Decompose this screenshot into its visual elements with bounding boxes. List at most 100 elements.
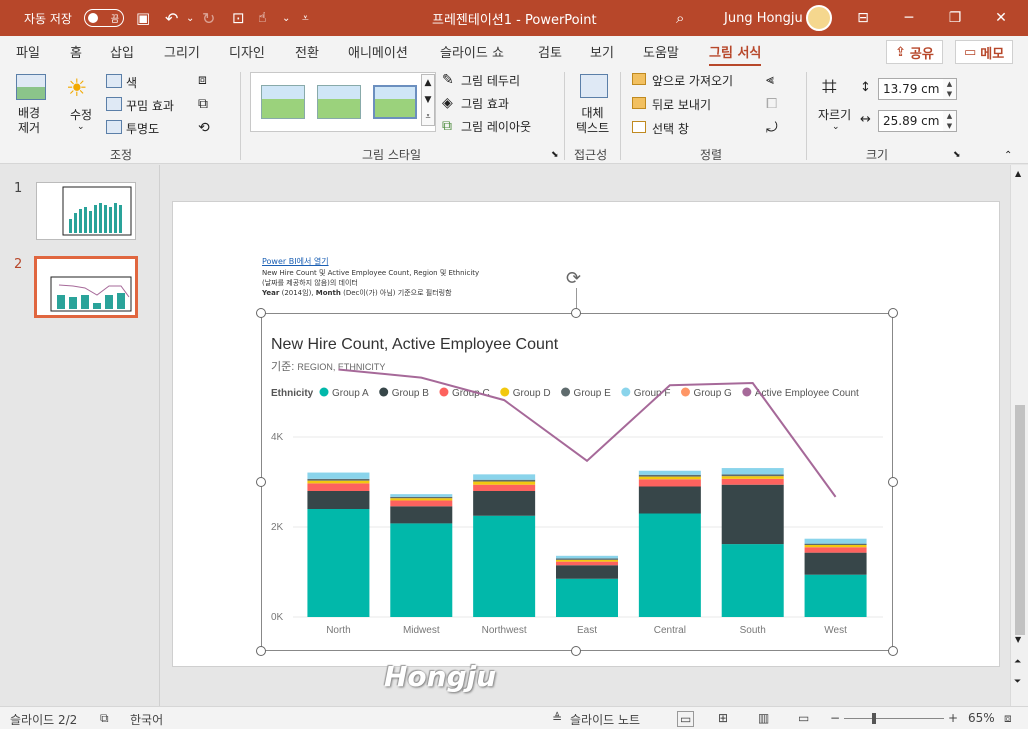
tab-help[interactable]: 도움말	[643, 42, 679, 61]
tab-transitions[interactable]: 전환	[295, 42, 319, 61]
corrections-dropdown-icon[interactable]: ⌄	[77, 122, 85, 132]
language-indicator[interactable]: 한국어	[130, 711, 163, 728]
tab-insert[interactable]: 삽입	[110, 42, 134, 61]
comments-button[interactable]: ▭ 메모	[955, 40, 1014, 64]
transparency-button[interactable]: 투명도	[126, 120, 159, 137]
tab-draw[interactable]: 그리기	[164, 42, 200, 61]
undo-dropdown-icon[interactable]: ⌄	[186, 0, 194, 36]
remove-background-icon[interactable]	[16, 74, 46, 100]
close-icon[interactable]: ✕	[978, 0, 1024, 36]
remove-background-button[interactable]: 배경 제거	[18, 106, 40, 136]
change-picture-icon[interactable]: ⧉	[198, 96, 208, 112]
corrections-icon[interactable]: ☀	[66, 74, 88, 102]
autosave-toggle[interactable]: 끔	[84, 9, 124, 27]
zoom-out-icon[interactable]: −	[830, 711, 840, 725]
alt-text-button[interactable]: 대체 텍스트	[576, 106, 609, 136]
height-spinner[interactable]: ▲ ▼	[943, 78, 957, 100]
dialog-launcher-icon[interactable]: ⬊	[551, 150, 559, 160]
tab-file[interactable]: 파일	[16, 42, 40, 61]
style-thumbnail[interactable]	[261, 85, 305, 119]
resize-handle[interactable]	[256, 477, 266, 487]
alt-text-icon[interactable]	[580, 74, 608, 98]
group-icon[interactable]: ⧠	[766, 96, 777, 112]
user-name[interactable]: Jung Hongju	[724, 0, 803, 36]
tab-animations[interactable]: 애니메이션	[348, 42, 408, 61]
resize-handle[interactable]	[256, 646, 266, 656]
resize-handle[interactable]	[571, 646, 581, 656]
touch-mode-icon[interactable]: ☝	[258, 0, 267, 36]
crop-button[interactable]: 자르기	[818, 106, 851, 123]
color-button[interactable]: 색	[126, 74, 137, 91]
reading-view-icon[interactable]: ▥	[758, 711, 769, 725]
align-icon[interactable]: ⫷	[766, 72, 774, 88]
scroll-down-icon[interactable]: ▼	[1015, 635, 1021, 644]
notes-icon[interactable]: ≜	[552, 711, 562, 725]
resize-handle[interactable]	[888, 308, 898, 318]
tab-review[interactable]: 검토	[538, 42, 562, 61]
artistic-effects-button[interactable]: 꾸밈 효과	[126, 97, 174, 114]
crop-dropdown-icon[interactable]: ⌄	[832, 122, 840, 132]
tab-picture-format[interactable]: 그림 서식	[709, 42, 762, 67]
fit-to-window-icon[interactable]: ⧈	[1004, 711, 1012, 726]
tab-home[interactable]: 홈	[70, 42, 82, 61]
scroll-up-icon[interactable]: ▲	[1015, 169, 1021, 178]
next-slide-icon[interactable]: ⏷	[1014, 677, 1021, 687]
tab-view[interactable]: 보기	[590, 42, 614, 61]
document-title: 프레젠테이션1 - PowerPoint	[432, 12, 597, 28]
customize-qat-icon[interactable]: ⩡	[302, 0, 309, 36]
ribbon-display-icon[interactable]: ⊟	[840, 0, 886, 36]
save-icon[interactable]: ▣	[136, 0, 150, 36]
tab-slideshow[interactable]: 슬라이드 쇼	[440, 42, 504, 61]
undo-icon[interactable]: ↶	[165, 0, 178, 36]
previous-slide-icon[interactable]: ⏶	[1014, 657, 1021, 667]
resize-handle[interactable]	[571, 308, 581, 318]
resize-handle[interactable]	[888, 646, 898, 656]
crop-icon[interactable]: ⌗	[822, 72, 837, 103]
picture-layout-button[interactable]: 그림 레이아웃	[461, 118, 531, 135]
avatar[interactable]	[806, 5, 832, 31]
slide-sorter-icon[interactable]: ⊞	[718, 711, 728, 725]
rotate-handle-icon[interactable]: ⟳	[566, 268, 581, 289]
slide-thumbnail-2[interactable]	[34, 256, 138, 318]
zoom-in-icon[interactable]: +	[948, 711, 958, 725]
power-bi-link[interactable]: Power BI에서 열기	[262, 256, 329, 267]
vertical-scrollbar[interactable]: ▲ ▼ ⏶ ⏷	[1010, 165, 1028, 706]
rotate-icon[interactable]: ⤾	[766, 120, 778, 136]
picture-border-button[interactable]: 그림 테두리	[461, 72, 520, 89]
width-spinner[interactable]: ▲ ▼	[943, 110, 957, 132]
corrections-button[interactable]: 수정	[70, 106, 92, 123]
slide-thumbnail-1[interactable]	[36, 182, 136, 240]
zoom-level[interactable]: 65%	[968, 711, 995, 725]
zoom-slider[interactable]	[844, 718, 944, 719]
scrollbar-thumb[interactable]	[1015, 405, 1025, 635]
zoom-slider-thumb[interactable]	[872, 713, 876, 724]
notes-button[interactable]: 슬라이드 노트	[570, 711, 640, 728]
touch-dropdown-icon[interactable]: ⌄	[282, 0, 290, 36]
send-backward-button[interactable]: 뒤로 보내기	[652, 96, 711, 113]
collapse-ribbon-icon[interactable]: ⌃	[1004, 150, 1012, 161]
minimize-icon[interactable]: ─	[886, 0, 932, 36]
present-icon[interactable]: ⊡	[232, 0, 245, 36]
normal-view-icon[interactable]: ▭	[677, 711, 695, 727]
share-button[interactable]: ⇪ 공유	[886, 40, 943, 64]
styles-group-label: 그림 스타일	[362, 148, 422, 162]
style-thumbnail[interactable]	[317, 85, 361, 119]
size-dialog-launcher-icon[interactable]: ⬊	[953, 150, 961, 160]
resize-handle[interactable]	[888, 477, 898, 487]
style-thumbnail[interactable]	[373, 85, 417, 119]
gallery-scroll-icon[interactable]: ▲ ▼ ⩡	[421, 74, 435, 126]
accessibility-check-icon[interactable]: ⧉	[100, 711, 109, 726]
selection-pane-button[interactable]: 선택 창	[652, 120, 689, 137]
picture-styles-gallery[interactable]	[250, 72, 436, 132]
bring-forward-button[interactable]: 앞으로 가져오기	[652, 72, 733, 89]
search-icon[interactable]: ⌕	[676, 0, 684, 36]
compress-pictures-icon[interactable]: ⧈	[198, 72, 207, 88]
restore-icon[interactable]: ❐	[932, 0, 978, 36]
picture-effects-button[interactable]: 그림 효과	[461, 95, 509, 112]
resize-handle[interactable]	[256, 308, 266, 318]
selection-border	[261, 313, 893, 651]
tab-design[interactable]: 디자인	[229, 42, 265, 61]
redo-icon[interactable]: ↻	[202, 0, 215, 36]
reset-picture-icon[interactable]: ⟲	[198, 120, 210, 136]
slideshow-icon[interactable]: ▭	[798, 711, 809, 725]
